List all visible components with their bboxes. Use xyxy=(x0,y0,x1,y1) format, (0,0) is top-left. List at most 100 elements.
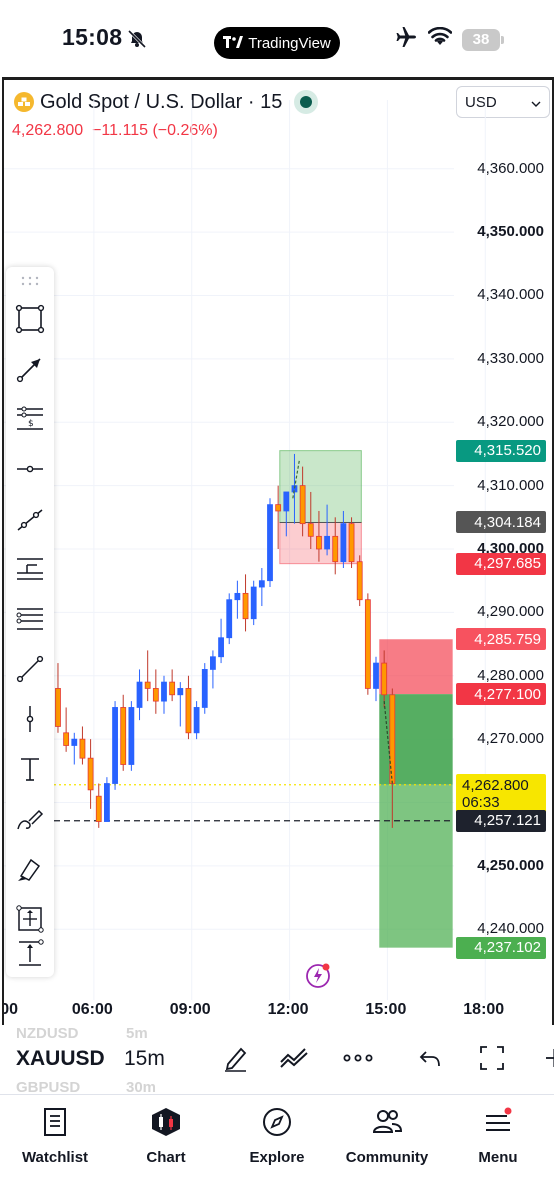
parallel-channel-icon[interactable] xyxy=(14,603,46,635)
price-axis-label: 4,240.000 xyxy=(477,920,544,938)
candle-down xyxy=(299,485,306,525)
tab-label: Menu xyxy=(478,1149,518,1166)
candle-down xyxy=(275,504,282,512)
price-range-tool-icon[interactable]: $ xyxy=(14,403,46,435)
line-segment-icon[interactable] xyxy=(14,653,46,685)
time-axis-label: 06:00 xyxy=(71,1001,113,1018)
candle-down xyxy=(381,662,388,696)
more-icon[interactable] xyxy=(342,1042,374,1074)
candle-up xyxy=(283,491,290,512)
candle-up xyxy=(250,586,257,620)
toolbar-grip-icon[interactable] xyxy=(21,273,39,291)
people-icon xyxy=(371,1107,403,1141)
text-tool-icon[interactable] xyxy=(14,753,46,785)
tradingview-logo-icon xyxy=(223,35,244,52)
short-position-profit-zone xyxy=(379,784,453,948)
arrow-tool-icon[interactable] xyxy=(14,353,46,385)
vertical-line-icon[interactable] xyxy=(14,703,46,735)
price-badge: 4,277.100 xyxy=(456,683,546,706)
compass-icon xyxy=(262,1107,292,1141)
candle-down xyxy=(63,732,70,746)
price-axis-label: 4,280.000 xyxy=(477,666,544,684)
bar-countdown: 06:33 xyxy=(462,793,500,811)
highlighter-icon[interactable] xyxy=(14,853,46,885)
candle-down xyxy=(120,707,127,765)
overflow-icon[interactable] xyxy=(538,1042,554,1074)
horizontal-line-icon[interactable] xyxy=(14,553,46,585)
candle-up xyxy=(128,707,135,765)
indicators-icon[interactable] xyxy=(278,1042,310,1074)
candle-up xyxy=(161,681,167,702)
candle-up xyxy=(234,592,241,601)
candle-down xyxy=(364,599,371,689)
candle-up xyxy=(136,681,143,708)
candle-down xyxy=(144,681,151,689)
bell-muted-icon xyxy=(126,28,148,55)
book-icon xyxy=(41,1107,69,1141)
candle-down xyxy=(316,535,322,550)
time-axis-label: 3:00 xyxy=(2,1001,19,1018)
candle-up xyxy=(201,669,208,708)
candle-up xyxy=(324,535,330,550)
price-axis-label: 4,350.000 xyxy=(477,223,544,241)
tab-menu[interactable]: Menu xyxy=(443,1107,553,1166)
tab-explore[interactable]: Explore xyxy=(222,1107,332,1166)
fullscreen-icon[interactable] xyxy=(476,1042,508,1074)
tab-community[interactable]: Community xyxy=(332,1107,442,1166)
time-axis-label: 09:00 xyxy=(169,1001,211,1018)
interval-picker[interactable]: 15m xyxy=(124,1047,165,1071)
candle-down xyxy=(79,738,86,759)
candle-up xyxy=(112,707,118,784)
candle-down xyxy=(348,523,355,563)
price-axis-label: 4,310.000 xyxy=(477,476,544,494)
price-badge: 4,262.800 06:33 xyxy=(456,773,546,814)
time-axis-label: 12:00 xyxy=(267,1001,309,1018)
battery-icon: 38 xyxy=(462,28,504,51)
airplane-icon xyxy=(394,26,418,53)
symbol-picker[interactable]: XAUUSD xyxy=(16,1047,105,1071)
trend-line-icon[interactable] xyxy=(14,503,46,535)
candle-down xyxy=(389,694,396,784)
candle-down xyxy=(242,592,249,620)
tab-label: Community xyxy=(345,1149,429,1166)
brush-tool-icon[interactable] xyxy=(14,803,46,835)
candle-down xyxy=(185,688,192,734)
tab-watchlist[interactable]: Watchlist xyxy=(0,1107,110,1166)
long-position-icon[interactable] xyxy=(14,903,46,935)
drawing-toolbar: $ xyxy=(6,267,54,977)
price-badge: 4,257.121 xyxy=(456,809,546,832)
tab-label: Watchlist xyxy=(21,1149,89,1166)
candle-up xyxy=(210,656,216,670)
candle-up xyxy=(373,662,379,689)
lightning-alert-icon[interactable] xyxy=(306,962,332,988)
short-position-stop-zone xyxy=(379,639,453,695)
price-axis-label: 4,340.000 xyxy=(477,286,544,304)
measure-tool-icon[interactable] xyxy=(14,937,46,969)
candle-up xyxy=(218,637,224,658)
candle-up xyxy=(177,688,184,696)
pencil-icon[interactable] xyxy=(220,1042,252,1074)
candle-up xyxy=(226,599,233,639)
horizontal-ray-icon[interactable] xyxy=(14,453,46,485)
status-bar: 15:08 TradingView 38 xyxy=(0,0,554,78)
candle-down xyxy=(152,688,159,702)
status-time: 15:08 xyxy=(62,24,123,50)
undo-icon[interactable] xyxy=(414,1042,446,1074)
candle-up xyxy=(104,783,110,822)
candle-down xyxy=(169,681,176,696)
rectangle-tool-icon[interactable] xyxy=(14,303,46,335)
menu-icon xyxy=(483,1107,513,1141)
price-axis-label: 4,270.000 xyxy=(477,730,544,748)
chart-icon xyxy=(150,1107,182,1141)
tradingview-pill[interactable]: TradingView xyxy=(214,27,340,59)
candle-down xyxy=(95,795,102,822)
status-right: 38 xyxy=(394,26,504,53)
price-badge: 4,315.520 xyxy=(456,439,546,462)
price-badge: 4,297.685 xyxy=(456,552,546,575)
candle-down xyxy=(332,535,339,563)
price-axis-label: 4,250.000 xyxy=(477,856,544,874)
chart-panel[interactable]: Gold Spot / U.S. Dollar · 15 USD 4,262.8… xyxy=(2,77,554,1028)
candle-up xyxy=(340,523,347,563)
price-badge: 4,285.759 xyxy=(456,628,546,651)
tab-chart[interactable]: Chart xyxy=(111,1107,221,1166)
